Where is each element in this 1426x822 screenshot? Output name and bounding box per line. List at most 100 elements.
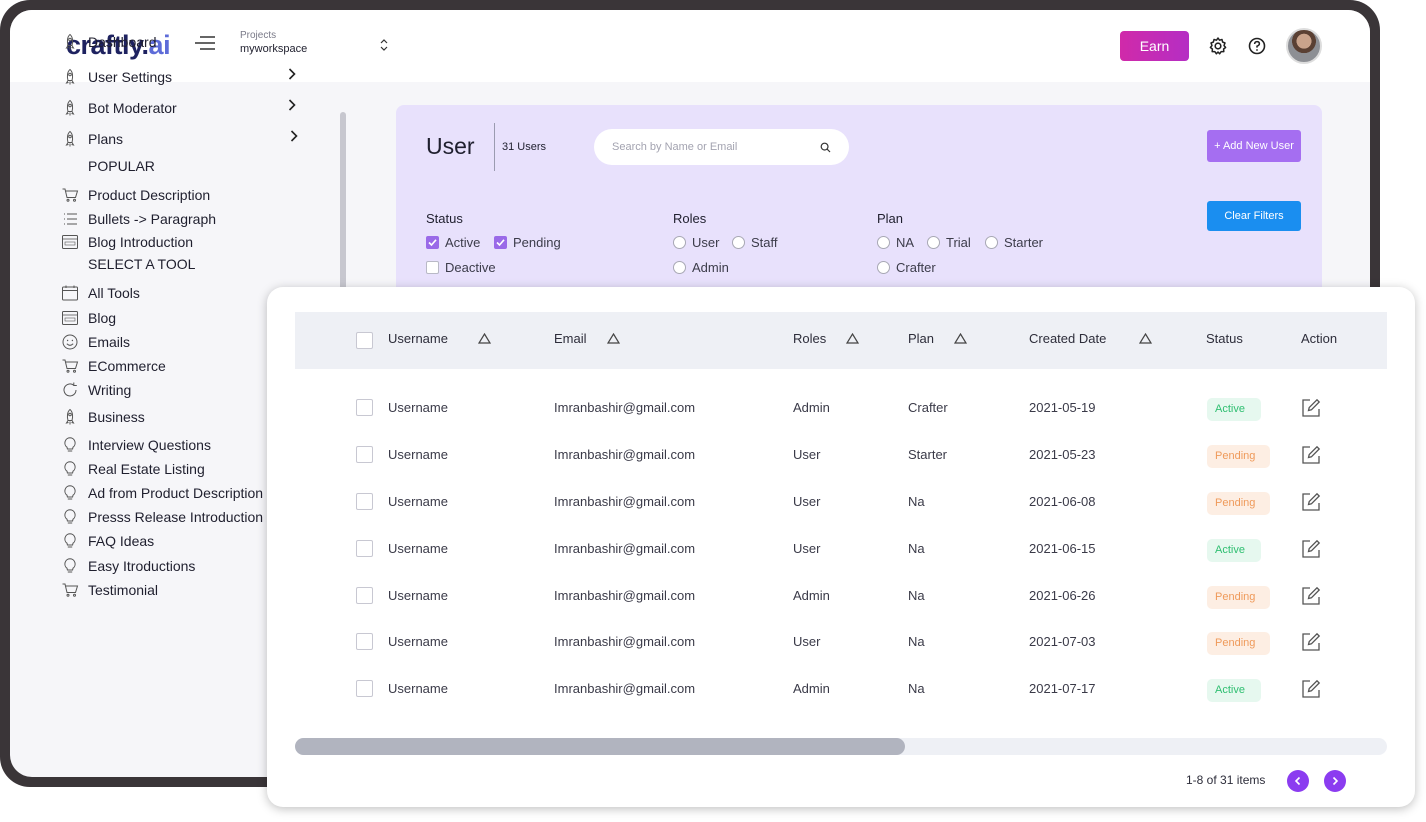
checkbox-icon[interactable] — [426, 261, 439, 274]
status-badge: Pending — [1207, 492, 1270, 515]
cell-email[interactable]: Imranbashir@gmail.com — [554, 447, 695, 462]
sort-icon[interactable] — [954, 333, 968, 344]
role-option-staff[interactable]: Staff — [732, 235, 778, 250]
status-option-pending[interactable]: Pending — [494, 235, 561, 250]
row-checkbox[interactable] — [356, 399, 373, 416]
add-user-button[interactable]: + Add New User — [1207, 130, 1301, 162]
sidebar-item-ad-from-product-description[interactable]: Ad from Product Description — [60, 482, 263, 504]
cell-email[interactable]: Imranbashir@gmail.com — [554, 541, 695, 556]
menu-icon[interactable] — [194, 34, 216, 52]
role-option-user[interactable]: User — [673, 235, 719, 250]
checkbox-icon[interactable] — [426, 236, 439, 249]
help-icon[interactable] — [1247, 36, 1267, 56]
cell-role: Admin — [793, 588, 830, 603]
column-header-created-date[interactable]: Created Date — [1029, 331, 1153, 346]
radio-icon[interactable] — [985, 236, 998, 249]
sidebar-scrollbar[interactable] — [340, 112, 346, 302]
edit-icon[interactable] — [1300, 444, 1322, 466]
cell-email[interactable]: Imranbashir@gmail.com — [554, 400, 695, 415]
plan-option-na[interactable]: NA — [877, 235, 914, 250]
row-checkbox[interactable] — [356, 633, 373, 650]
sidebar-item-testimonial[interactable]: Testimonial — [60, 579, 158, 601]
row-checkbox[interactable] — [356, 493, 373, 510]
search-input[interactable] — [594, 129, 849, 165]
edit-icon[interactable] — [1300, 631, 1322, 653]
sidebar-item-all-tools[interactable]: All Tools — [60, 282, 140, 304]
sidebar-item-easy-itroductions[interactable]: Easy Itroductions — [60, 555, 195, 577]
sidebar-item-faq-ideas[interactable]: FAQ Ideas — [60, 530, 154, 552]
edit-icon[interactable] — [1300, 585, 1322, 607]
sidebar-item-emails[interactable]: Emails — [60, 331, 130, 353]
project-name[interactable]: myworkspace — [240, 43, 307, 55]
avatar[interactable] — [1286, 28, 1322, 64]
sidebar-item-bullets-paragraph[interactable]: Bullets -> Paragraph — [60, 208, 216, 230]
sidebar-item-presss-release-introduction[interactable]: Presss Release Introduction — [60, 506, 263, 528]
row-checkbox[interactable] — [356, 680, 373, 697]
sort-icon[interactable] — [846, 333, 860, 344]
sidebar-item-bot-moderator[interactable]: Bot Moderator — [60, 97, 177, 119]
cell-plan: Na — [908, 494, 925, 509]
next-page-button[interactable] — [1324, 770, 1346, 792]
radio-icon[interactable] — [877, 236, 890, 249]
sidebar-item-blog-introduction[interactable]: Blog Introduction — [60, 231, 193, 253]
column-header-email[interactable]: Email — [554, 331, 620, 346]
plan-option-trial[interactable]: Trial — [927, 235, 971, 250]
sidebar-item-interview-questions[interactable]: Interview Questions — [60, 434, 211, 456]
sidebar-item-business[interactable]: Business — [60, 406, 145, 428]
sidebar-item-plans[interactable]: Plans — [60, 128, 123, 150]
role-option-admin[interactable]: Admin — [673, 260, 729, 275]
cell-role: User — [793, 634, 821, 649]
cell-email[interactable]: Imranbashir@gmail.com — [554, 634, 695, 649]
sidebar-item-writing[interactable]: Writing — [60, 379, 131, 401]
sort-icon[interactable] — [606, 333, 620, 344]
row-checkbox[interactable] — [356, 446, 373, 463]
row-checkbox[interactable] — [356, 587, 373, 604]
plan-option-crafter[interactable]: Crafter — [877, 260, 936, 275]
column-header-plan[interactable]: Plan — [908, 331, 968, 346]
row-checkbox[interactable] — [356, 540, 373, 557]
sort-icon[interactable] — [1139, 333, 1153, 344]
status-option-active[interactable]: Active — [426, 235, 480, 250]
chevron-right-icon[interactable] — [286, 98, 298, 112]
chevron-right-icon[interactable] — [286, 67, 298, 81]
edit-icon[interactable] — [1300, 538, 1322, 560]
column-label: Created Date — [1029, 331, 1107, 346]
sidebar-item-dashboard[interactable]: Dashboard — [60, 31, 157, 53]
gear-icon[interactable] — [1208, 36, 1228, 56]
checkbox-icon[interactable] — [494, 236, 507, 249]
search-icon[interactable] — [820, 142, 831, 153]
radio-icon[interactable] — [732, 236, 745, 249]
previous-page-button[interactable] — [1287, 770, 1309, 792]
column-label: Plan — [908, 331, 935, 346]
sort-icon[interactable] — [477, 333, 491, 344]
sidebar-item-user-settings[interactable]: User Settings — [60, 66, 172, 88]
radio-icon[interactable] — [673, 236, 686, 249]
edit-icon[interactable] — [1300, 491, 1322, 513]
chevron-right-icon[interactable] — [288, 129, 300, 143]
earn-button[interactable]: Earn — [1120, 31, 1189, 61]
sidebar-item-product-description[interactable]: Product Description — [60, 184, 210, 206]
clear-filters-button[interactable]: Clear Filters — [1207, 201, 1301, 231]
radio-icon[interactable] — [927, 236, 940, 249]
status-option-deactive[interactable]: Deactive — [426, 260, 496, 275]
radio-icon[interactable] — [877, 261, 890, 274]
select-all-checkbox[interactable] — [356, 332, 373, 349]
cell-email[interactable]: Imranbashir@gmail.com — [554, 588, 695, 603]
column-header-roles[interactable]: Roles — [793, 331, 860, 346]
edit-icon[interactable] — [1300, 397, 1322, 419]
cell-role: Admin — [793, 400, 830, 415]
sidebar-item-ecommerce[interactable]: ECommerce — [60, 355, 166, 377]
horizontal-scrollbar[interactable] — [295, 738, 1387, 755]
sidebar-item-blog[interactable]: Blog — [60, 307, 116, 329]
scrollbar-thumb[interactable] — [295, 738, 905, 755]
cell-email[interactable]: Imranbashir@gmail.com — [554, 494, 695, 509]
radio-icon[interactable] — [673, 261, 686, 274]
status-badge: Active — [1207, 679, 1261, 702]
plan-option-starter[interactable]: Starter — [985, 235, 1043, 250]
cell-email[interactable]: Imranbashir@gmail.com — [554, 681, 695, 696]
expand-toggle-icon[interactable] — [378, 37, 390, 53]
table-row[interactable]: Username Imranbashir@gmail.com Admin Na 2021… — [295, 679, 1387, 734]
edit-icon[interactable] — [1300, 678, 1322, 700]
sidebar-item-real-estate-listing[interactable]: Real Estate Listing — [60, 458, 205, 480]
column-header-username[interactable]: Username — [388, 331, 491, 346]
